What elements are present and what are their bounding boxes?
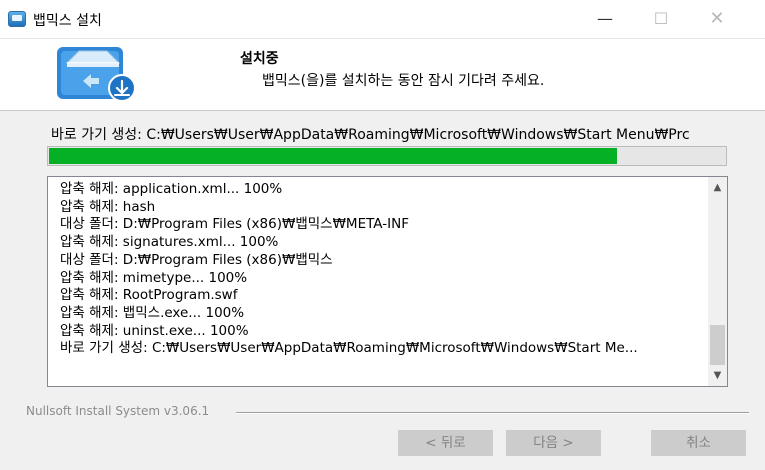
close-button[interactable]: ✕ xyxy=(695,4,739,34)
log-item: 압축 해제: hash xyxy=(60,198,156,215)
log-box[interactable]: 압축 해제: application.xml... 100% 압축 해제: ha… xyxy=(47,176,728,387)
cancel-button[interactable]: 취소 xyxy=(651,430,746,456)
log-item: 바로 가기 생성: C:₩Users₩User₩AppData₩Roaming₩… xyxy=(60,340,638,357)
next-button[interactable]: 다음 > xyxy=(506,430,601,456)
log-list: 압축 해제: application.xml... 100% 압축 해제: ha… xyxy=(60,181,700,358)
back-button[interactable]: < 뒤로 xyxy=(398,430,493,456)
status-text: 바로 가기 생성: C:₩Users₩User₩AppData₩Roaming₩… xyxy=(51,127,690,143)
log-item: 압축 해제: 뱁믹스.exe... 100% xyxy=(60,304,245,321)
scroll-down-icon[interactable]: ▼ xyxy=(708,367,727,384)
page-subtitle: 뱁믹스(을)를 설치하는 동안 잠시 기다려 주세요. xyxy=(262,73,545,89)
scroll-up-icon[interactable]: ▲ xyxy=(708,179,727,196)
log-item: 압축 해제: uninst.exe... 100% xyxy=(60,322,249,339)
window-title: 뱁믹스 설치 xyxy=(33,13,102,29)
log-item: 압축 해제: application.xml... 100% xyxy=(60,181,283,197)
log-item: 대상 폴더: D:₩Program Files (x86)₩뱁믹스₩META-I… xyxy=(60,216,409,233)
app-icon xyxy=(8,11,26,27)
installer-window: 뱁믹스 설치 — ☐ ✕ 설치중 뱁믹스(을)를 설치하는 동안 잠시 기다려 … xyxy=(0,0,765,470)
minimize-button[interactable]: — xyxy=(583,4,627,34)
title-bar[interactable]: 뱁믹스 설치 — ☐ ✕ xyxy=(0,0,765,39)
scrollbar[interactable]: ▲ ▼ xyxy=(708,177,727,386)
log-item: 압축 해제: mimetype... 100% xyxy=(60,269,248,286)
progress-fill xyxy=(49,148,617,164)
scroll-thumb[interactable] xyxy=(710,325,725,365)
log-item: 압축 해제: signatures.xml... 100% xyxy=(60,234,279,251)
branding-text: Nullsoft Install System v3.06.1 xyxy=(26,404,210,418)
log-item: 압축 해제: RootProgram.swf xyxy=(60,287,238,304)
installer-icon xyxy=(57,47,136,102)
header-banner: 설치중 뱁믹스(을)를 설치하는 동안 잠시 기다려 주세요. xyxy=(0,39,765,111)
divider xyxy=(236,412,749,414)
progress-bar xyxy=(47,146,727,166)
log-item: 대상 폴더: D:₩Program Files (x86)₩뱁믹스 xyxy=(60,251,333,268)
page-title: 설치중 xyxy=(240,51,279,67)
maximize-button[interactable]: ☐ xyxy=(639,4,683,34)
